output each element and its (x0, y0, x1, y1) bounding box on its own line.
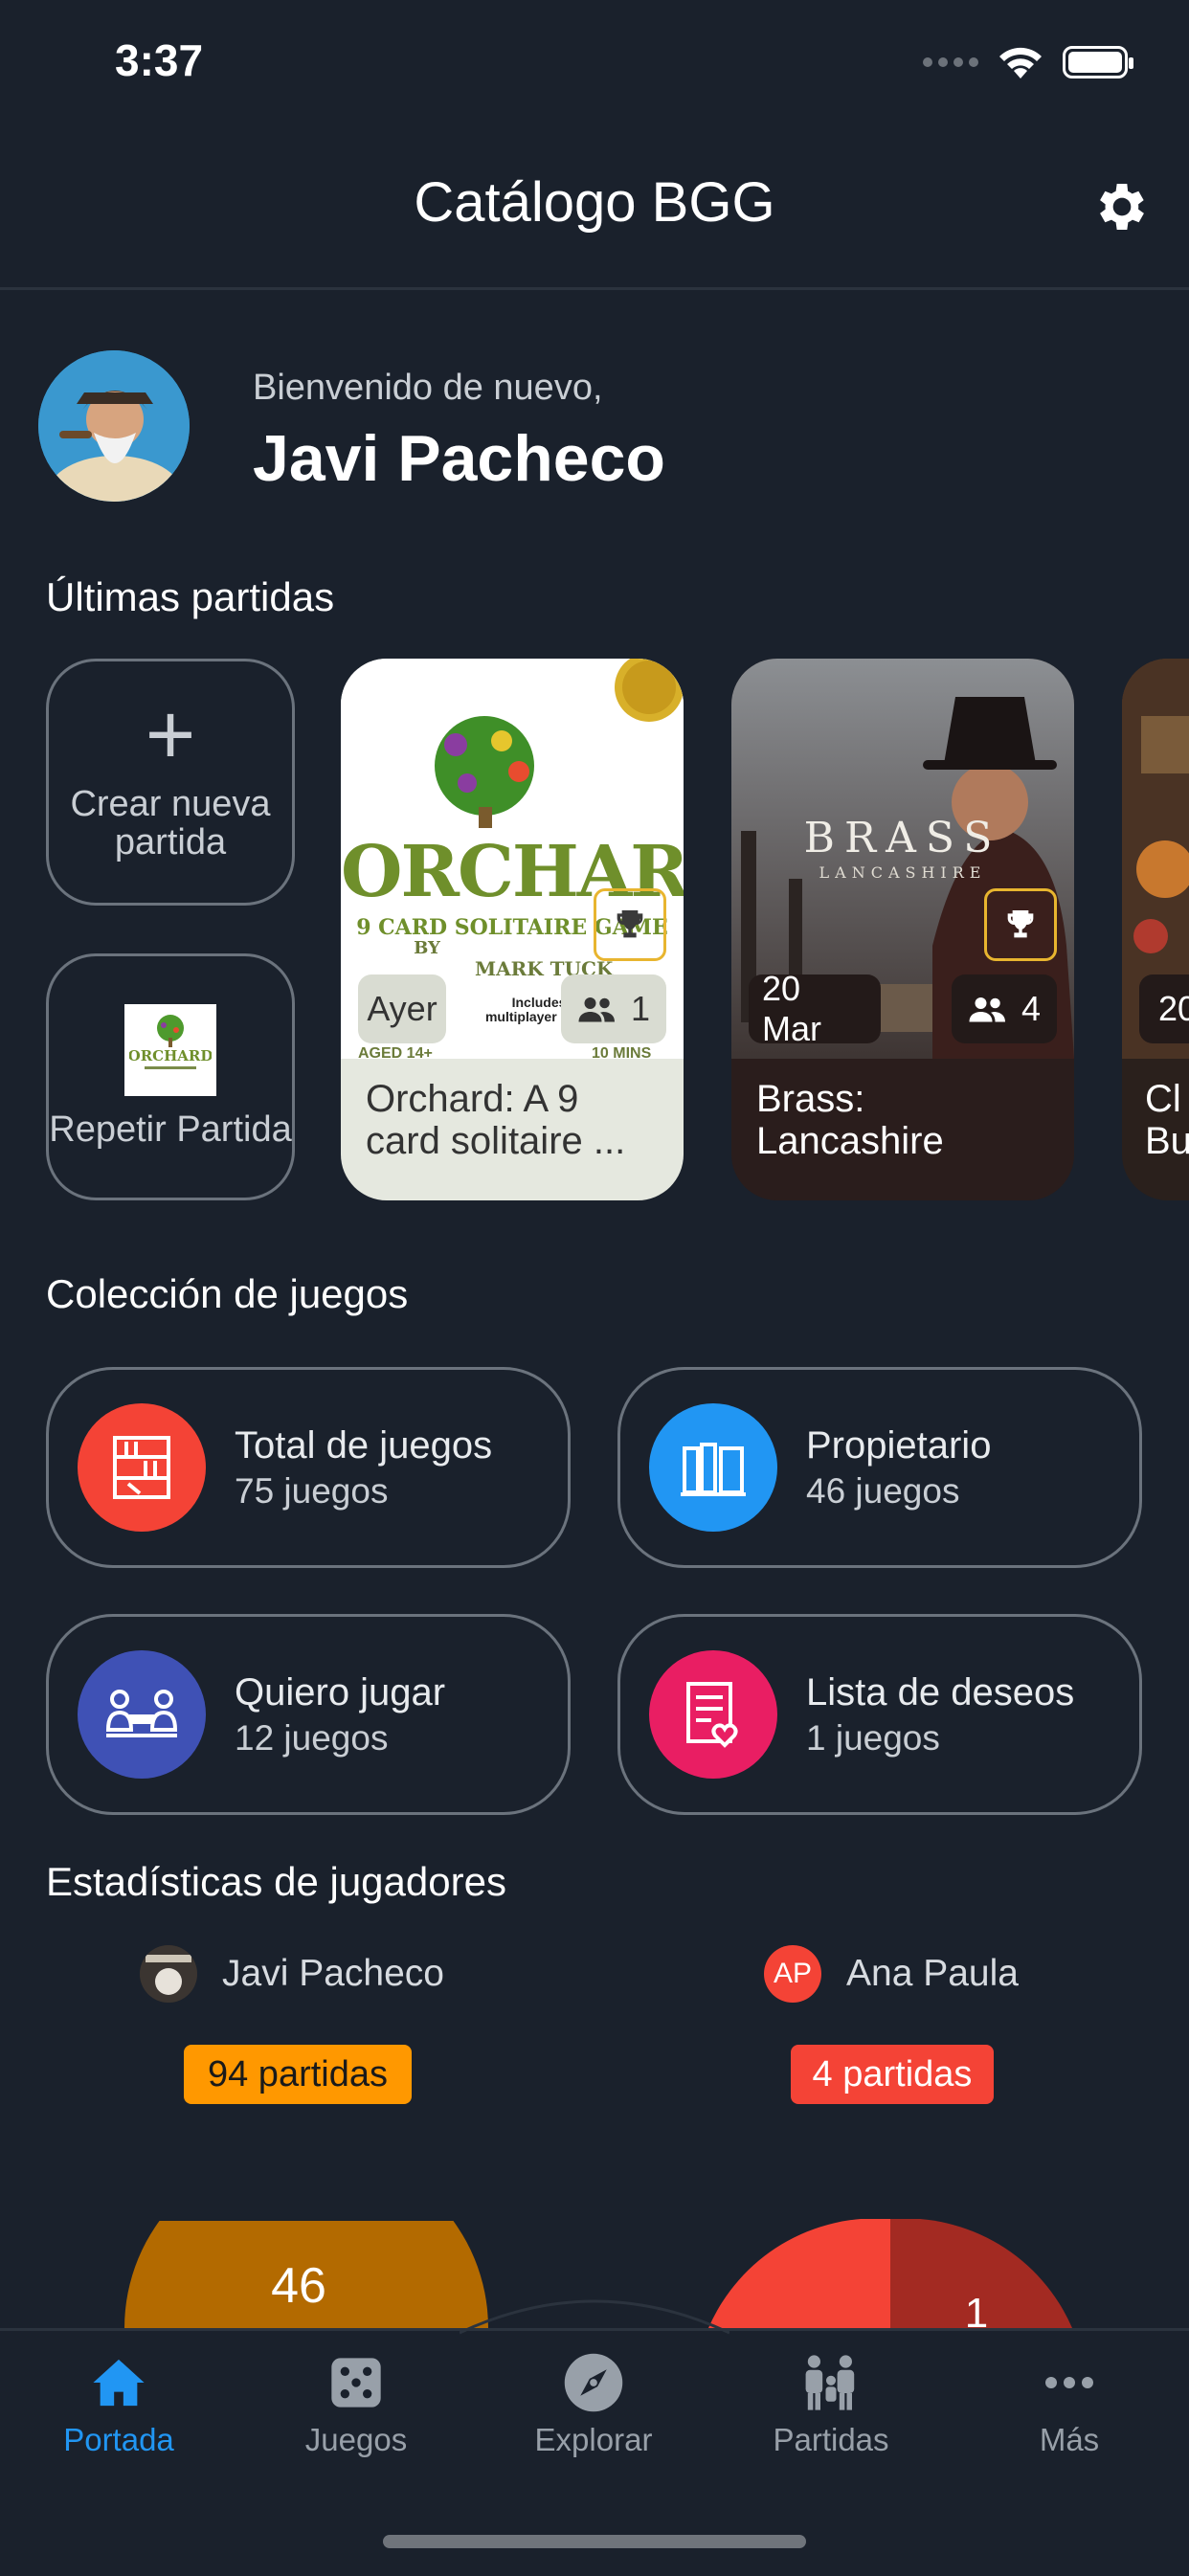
page-title: Catálogo BGG (414, 171, 775, 234)
players-chip: 4 (952, 974, 1057, 1043)
repeat-play-button[interactable]: ORCHARD Repetir Partida (46, 953, 295, 1200)
player-pie-chart-ana (708, 2219, 1072, 2328)
pie-value-label: 46 (271, 2258, 326, 2314)
play-date-chip: Ayer (358, 974, 446, 1043)
recent-plays-title: Últimas partidas (46, 574, 335, 619)
player-initials-avatar: AP (764, 1945, 821, 2003)
wifi-icon (999, 47, 1042, 78)
trophy-icon (594, 888, 666, 961)
player-name: Javi Pacheco (222, 1953, 444, 1994)
collection-want-to-play-button[interactable]: Quiero jugar 12 juegos (46, 1614, 571, 1815)
players-count: 1 (630, 989, 651, 1028)
play-card-partial[interactable]: 20 Cl Bu (1122, 659, 1189, 1200)
tab-label: Más (1039, 2422, 1100, 2457)
welcome-user-name: Javi Pacheco (253, 422, 665, 495)
trophy-icon (984, 888, 1057, 961)
collection-owned-count: 46 juegos (806, 1470, 960, 1511)
status-time: 3:37 (115, 35, 204, 85)
players-icon (969, 997, 1005, 1022)
play-card-name: Brass: Lancashire (756, 1078, 944, 1162)
compass-icon (475, 2353, 712, 2412)
play-card-orchard[interactable]: ORCHARD 9 CARD SOLITAIRE GAME BY MARK TU… (341, 659, 684, 1200)
collection-want-to-play-label: Quiero jugar (235, 1670, 446, 1714)
header-divider (0, 287, 1189, 290)
tab-games[interactable]: Juegos (237, 2353, 475, 2458)
collection-wishlist-count: 1 juegos (806, 1717, 940, 1758)
collection-total-button[interactable]: Total de juegos 75 juegos (46, 1367, 571, 1568)
wishlist-icon (649, 1650, 777, 1779)
tab-explore[interactable]: Explorar (475, 2353, 712, 2458)
players-count: 4 (1021, 989, 1042, 1028)
collection-want-to-play-count: 12 juegos (235, 1717, 389, 1758)
player-stats-title: Estadísticas de jugadores (46, 1859, 506, 1904)
player-name: Ana Paula (846, 1953, 1019, 1994)
play-date-chip: 20 (1139, 974, 1189, 1043)
battery-icon (1063, 46, 1133, 78)
collection-total-count: 75 juegos (235, 1470, 389, 1511)
svg-text:ORCHARD: ORCHARD (129, 1047, 212, 1064)
players-table-icon (78, 1650, 206, 1779)
collection-title: Colección de juegos (46, 1271, 409, 1316)
dice-icon (237, 2353, 475, 2412)
tab-home[interactable]: Portada (0, 2353, 237, 2458)
books-icon (649, 1403, 777, 1532)
play-card-brass[interactable]: BRASS LANCASHIRE 20 Mar 4 Brass: Lancash… (731, 659, 1074, 1200)
tab-label: Juegos (304, 2422, 408, 2457)
collection-wishlist-label: Lista de deseos (806, 1670, 1075, 1714)
user-avatar[interactable] (38, 350, 190, 502)
signal-icon (923, 57, 978, 67)
bookshelf-icon (78, 1403, 206, 1532)
repeat-play-label: Repetir Partida (49, 1109, 292, 1151)
orchard-cover-by: BY (414, 938, 440, 958)
home-indicator[interactable] (383, 2535, 806, 2548)
status-icons (923, 44, 1133, 80)
player-avatar (140, 1945, 197, 2003)
play-card-name: Orchard: A 9 card solitaire ... (366, 1078, 626, 1162)
create-play-button[interactable]: + Crear nueva partida (46, 659, 295, 906)
tab-bar-notch (460, 2299, 729, 2335)
collection-wishlist-button[interactable]: Lista de deseos 1 juegos (617, 1614, 1142, 1815)
more-dots-icon (950, 2353, 1189, 2412)
play-card-name: Cl Bu (1145, 1078, 1189, 1162)
tab-label: Explorar (534, 2422, 653, 2457)
tab-label: Portada (63, 2422, 174, 2457)
tab-label: Partidas (773, 2422, 889, 2457)
tab-plays[interactable]: Partidas (712, 2353, 950, 2458)
home-icon (0, 2353, 237, 2412)
welcome-greeting: Bienvenido de nuevo, (253, 368, 603, 408)
tab-more[interactable]: Más (950, 2353, 1189, 2458)
players-icon (578, 997, 615, 1022)
plays-badge: 4 partidas (791, 2045, 994, 2104)
people-icon (712, 2353, 950, 2412)
players-chip: 1 (561, 974, 666, 1043)
settings-gear-icon[interactable] (1091, 176, 1153, 237)
plus-icon: + (145, 687, 196, 784)
collection-owned-button[interactable]: Propietario 46 juegos (617, 1367, 1142, 1568)
create-play-label: Crear nueva partida (70, 784, 271, 862)
plays-badge: 94 partidas (184, 2045, 412, 2104)
collection-owned-label: Propietario (806, 1423, 992, 1467)
player-row-ana[interactable]: AP Ana Paula (764, 1945, 1019, 2003)
brass-cover-subtitle: LANCASHIRE (819, 863, 987, 882)
brass-cover-title: BRASS (803, 814, 1002, 862)
collection-total-label: Total de juegos (235, 1423, 493, 1467)
player-row-javi[interactable]: Javi Pacheco (140, 1945, 444, 2003)
play-date-chip: 20 Mar (749, 969, 881, 1048)
orchard-thumbnail-icon: ORCHARD (124, 1004, 216, 1097)
